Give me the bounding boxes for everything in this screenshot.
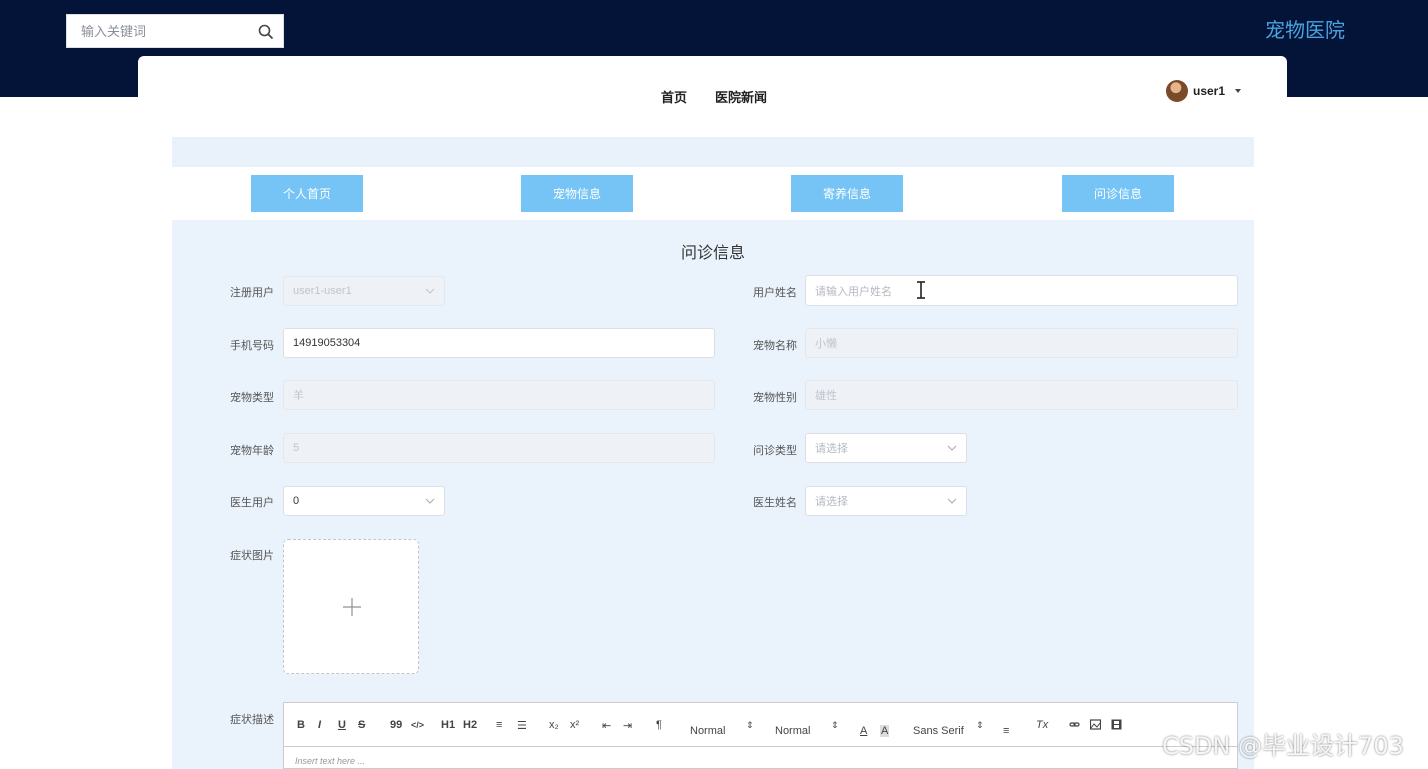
label-doctor-user: 医生用户 — [230, 497, 274, 509]
label-user-name: 用户姓名 — [753, 287, 797, 299]
chevron-down-icon — [425, 288, 435, 294]
nav-home[interactable]: 首页 — [661, 87, 687, 106]
header-arrows-icon[interactable]: ⇕ — [831, 720, 839, 731]
consult-form: 问诊信息 注册用户 user1-user1 用户姓名 请输入用户姓名 手机号码 … — [172, 220, 1254, 769]
user-name-input[interactable]: 请输入用户姓名 — [805, 275, 1238, 306]
main-nav: 首页 医院新闻 user1 — [138, 56, 1287, 118]
pet-age-value: 5 — [293, 442, 300, 454]
code-button[interactable]: </> — [411, 720, 424, 730]
panel-top-strip — [172, 137, 1254, 167]
label-doctor-name: 医生姓名 — [753, 497, 797, 509]
label-phone: 手机号码 — [230, 340, 274, 352]
label-symptom-image: 症状图片 — [230, 550, 274, 562]
search-box[interactable] — [66, 14, 284, 48]
font-color-button[interactable]: A — [860, 725, 867, 737]
text-direction-button[interactable]: ¶ — [656, 719, 662, 731]
user-name-placeholder: 请输入用户姓名 — [815, 285, 892, 298]
form-title: 问诊信息 — [680, 245, 745, 262]
caret-down-icon[interactable] — [1235, 89, 1242, 93]
bullet-list-button[interactable]: ☰ — [517, 719, 527, 732]
font-picker[interactable]: Sans Serif — [913, 725, 964, 737]
h2-button[interactable]: H2 — [463, 719, 477, 731]
nav-hospital-news[interactable]: 医院新闻 — [715, 87, 767, 106]
size-arrows-icon[interactable]: ⇕ — [746, 720, 754, 731]
background-color-button[interactable]: A — [880, 725, 890, 737]
pet-gender-input[interactable]: 雄性 — [805, 380, 1238, 410]
pet-name-input[interactable]: 小懒 — [805, 328, 1238, 358]
watermark: CSDN @毕业设计703 — [1162, 732, 1404, 760]
chevron-down-icon — [947, 445, 957, 451]
superscript-button[interactable]: x² — [570, 719, 579, 731]
text-cursor-icon — [917, 281, 925, 299]
avatar[interactable] — [1166, 80, 1188, 102]
strike-button[interactable]: S — [358, 719, 365, 731]
plus-icon — [343, 598, 361, 616]
subscript-button[interactable]: x₂ — [549, 719, 559, 731]
image-upload[interactable] — [283, 539, 419, 674]
size-picker[interactable]: Normal — [690, 725, 725, 737]
pet-name-value: 小懒 — [815, 338, 837, 350]
chevron-down-icon — [947, 498, 957, 504]
editor-toolbar: B I U S 99 </> H1 H2 ≡ ☰ x₂ x² ⇤ ⇥ ¶ Nor… — [284, 703, 1237, 747]
pet-type-input[interactable]: 羊 — [283, 380, 715, 410]
user-name[interactable]: user1 — [1193, 84, 1225, 98]
tab-personal-home[interactable]: 个人首页 — [251, 175, 363, 212]
blockquote-button[interactable]: 99 — [390, 719, 402, 731]
header-picker[interactable]: Normal — [775, 725, 810, 737]
user-menu[interactable]: user1 — [1166, 80, 1242, 102]
tab-consult-info[interactable]: 问诊信息 — [1062, 175, 1174, 212]
pet-age-input[interactable]: 5 — [283, 433, 715, 463]
outdent-button[interactable]: ⇤ — [602, 719, 611, 732]
tab-boarding-info[interactable]: 寄养信息 — [791, 175, 903, 212]
doctor-user-value: 0 — [293, 495, 300, 507]
search-icon[interactable] — [257, 23, 275, 41]
italic-button[interactable]: I — [318, 719, 321, 731]
clean-format-button[interactable]: Tx — [1036, 719, 1048, 731]
pet-type-value: 羊 — [293, 390, 304, 402]
indent-button[interactable]: ⇥ — [623, 719, 632, 732]
consult-type-placeholder: 请选择 — [815, 443, 848, 455]
label-pet-gender: 宠物性别 — [753, 392, 797, 404]
link-icon[interactable] — [1069, 719, 1080, 733]
image-icon[interactable] — [1089, 719, 1102, 733]
center-tabs: 个人首页 宠物信息 寄养信息 问诊信息 — [172, 167, 1254, 220]
label-pet-age: 宠物年龄 — [230, 445, 274, 457]
label-pet-name: 宠物名称 — [753, 340, 797, 352]
tab-pet-info[interactable]: 宠物信息 — [521, 175, 633, 212]
label-reg-user: 注册用户 — [230, 287, 274, 299]
h1-button[interactable]: H1 — [441, 719, 455, 731]
bold-button[interactable]: B — [297, 719, 305, 731]
label-symptom-desc: 症状描述 — [230, 714, 274, 726]
phone-input[interactable]: 14919053304 — [283, 328, 715, 358]
doctor-name-placeholder: 请选择 — [815, 496, 848, 508]
align-button[interactable]: ≡ — [1003, 725, 1009, 737]
editor-placeholder: Insert text here ... — [295, 756, 366, 766]
label-consult-type: 问诊类型 — [753, 445, 797, 457]
site-brand[interactable]: 宠物医院 — [1240, 14, 1370, 43]
label-pet-type: 宠物类型 — [230, 392, 274, 404]
font-arrows-icon[interactable]: ⇕ — [976, 720, 984, 731]
consult-type-select[interactable]: 请选择 — [805, 433, 967, 463]
chevron-down-icon — [425, 498, 435, 504]
search-input[interactable] — [67, 15, 247, 47]
reg-user-select[interactable]: user1-user1 — [283, 276, 445, 306]
rich-text-editor[interactable]: B I U S 99 </> H1 H2 ≡ ☰ x₂ x² ⇤ ⇥ ¶ Nor… — [283, 702, 1238, 769]
pet-gender-value: 雄性 — [815, 390, 837, 402]
ordered-list-button[interactable]: ≡ — [496, 719, 502, 731]
reg-user-value: user1-user1 — [293, 285, 352, 297]
phone-value: 14919053304 — [293, 337, 361, 349]
doctor-user-select[interactable]: 0 — [283, 486, 445, 516]
doctor-name-select[interactable]: 请选择 — [805, 486, 967, 516]
underline-button[interactable]: U — [338, 719, 346, 731]
video-icon[interactable] — [1111, 719, 1122, 733]
